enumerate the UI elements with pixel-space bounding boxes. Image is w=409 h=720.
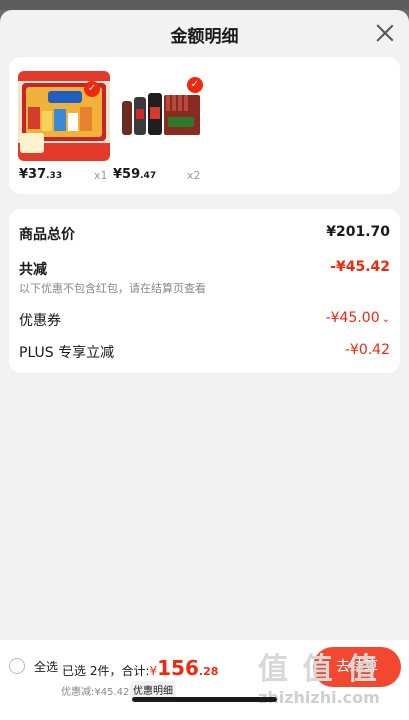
selected-summary: 已选 2件，合计:¥156.28 — [62, 656, 219, 680]
select-all-label[interactable]: 全选 — [34, 658, 58, 675]
total-price-value: ¥201.70 — [326, 224, 390, 240]
site-watermark: 值 值 值 zhizhizhi.com — [258, 644, 404, 707]
selected-check-icon: ✓ — [187, 77, 203, 93]
total-amount: 156 — [157, 656, 199, 680]
product-price: ¥37.33 — [19, 167, 63, 182]
total-reduction-row: 共减 -¥45.42 — [19, 259, 390, 279]
amount-detail-sheet: 金额明细 ✓ ✓ ¥37.33 x1 ¥59.47 x2 商品总价 ¥201.7… — [0, 10, 409, 720]
reduction-note: 以下优惠不包含红包，请在结算页查看 — [19, 282, 206, 295]
close-icon[interactable] — [375, 23, 395, 43]
product-price: ¥59.47 — [113, 167, 157, 182]
chevron-down-icon: ⌄ — [381, 314, 390, 325]
discount-detail-button[interactable]: 优惠明细 — [130, 681, 176, 698]
discount-amount: 优惠减:¥45.42 — [61, 687, 130, 698]
plus-discount-value: -¥0.42 — [344, 342, 390, 358]
product-quantity: x1 — [94, 169, 108, 182]
plus-discount-row: PLUS 专享立减 -¥0.42 — [19, 342, 390, 362]
total-reduction-value: -¥45.42 — [330, 259, 390, 275]
product-image-gift-box[interactable]: ✓ — [18, 71, 110, 161]
product-quantity: x2 — [187, 169, 201, 182]
coupon-value[interactable]: -¥45.00 ⌄ — [326, 310, 390, 326]
checkout-bar: 全选 已选 2件，合计:¥156.28 优惠减:¥45.42 优惠明细 去结算 … — [0, 640, 409, 720]
total-price-label: 商品总价 — [19, 227, 75, 243]
select-all-radio[interactable] — [9, 658, 25, 674]
total-reduction-label: 共减 — [19, 262, 47, 278]
selected-check-icon: ✓ — [84, 81, 100, 97]
home-indicator — [132, 697, 277, 702]
coupon-row[interactable]: 优惠券 -¥45.00 ⌄ — [19, 310, 390, 330]
total-price-row: 商品总价 ¥201.70 — [19, 224, 390, 244]
sheet-header: 金额明细 — [0, 10, 409, 56]
sheet-title: 金额明细 — [170, 27, 239, 47]
product-card: ✓ ✓ ¥37.33 x1 ¥59.47 x2 — [9, 57, 400, 194]
status-bar-backdrop — [0, 0, 409, 10]
product-image-beer-pack[interactable]: ✓ — [112, 71, 204, 161]
amount-summary-card: 商品总价 ¥201.70 共减 -¥45.42 以下优惠不包含红包，请在结算页查… — [9, 209, 400, 373]
coupon-label: 优惠券 — [19, 313, 61, 329]
plus-discount-label: PLUS 专享立减 — [19, 345, 115, 361]
watermark-logo: 值 值 值 — [258, 652, 379, 687]
